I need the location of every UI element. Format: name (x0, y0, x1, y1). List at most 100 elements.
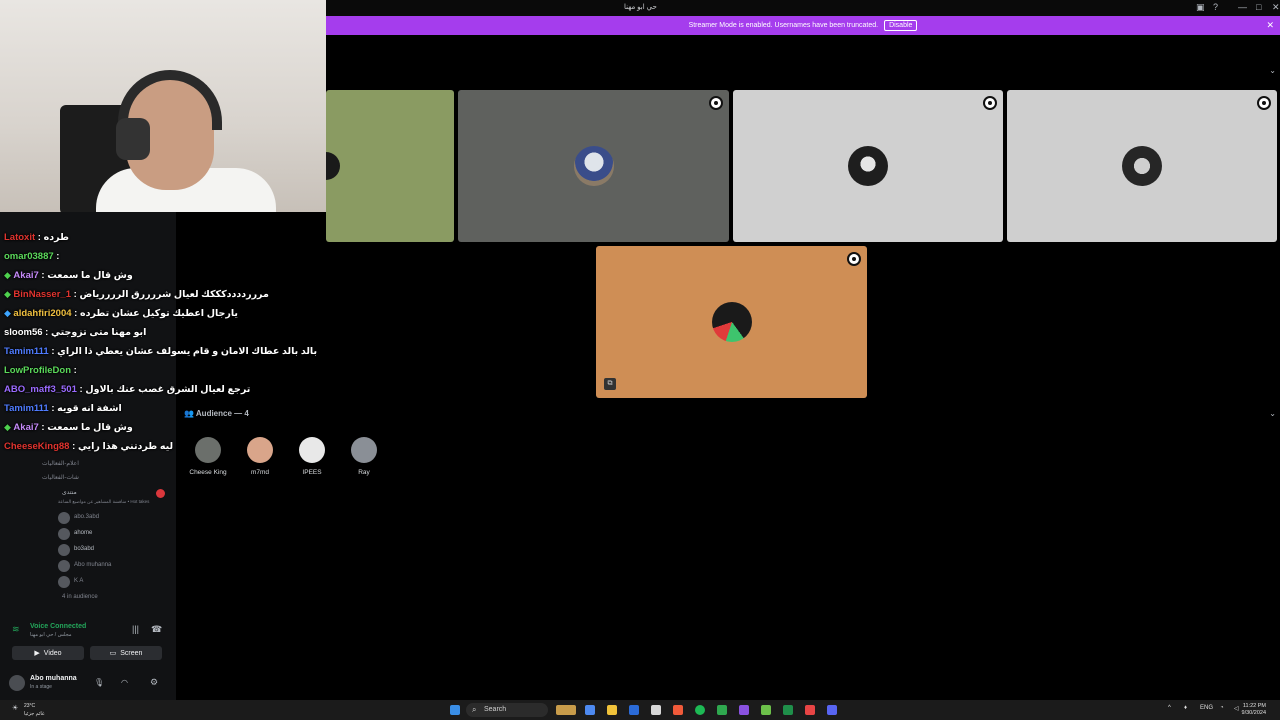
speaker-tile[interactable] (326, 90, 454, 242)
audience-icon: 👥 (184, 409, 194, 418)
user-panel: Abo muhanna In a stage 🎙 ◠ ⚙ (0, 670, 176, 700)
discord-icon[interactable] (827, 705, 837, 715)
chat-separator: : (48, 403, 58, 414)
chat-message: omar03887 : (4, 251, 59, 262)
voice-connected-label: Voice Connected (30, 623, 87, 630)
widget-icon[interactable] (556, 705, 576, 715)
app-icon[interactable] (783, 705, 793, 715)
speaker-tile[interactable]: ⧉ (596, 246, 867, 398)
taskbar-search[interactable]: ⌕ Search (466, 703, 548, 717)
chat-username[interactable]: Akai7 (13, 270, 38, 281)
brave-icon[interactable] (673, 705, 683, 715)
audience-member[interactable]: m7md (238, 437, 282, 476)
start-menu-icon[interactable] (450, 705, 460, 715)
screen-label: Screen (120, 649, 143, 657)
chat-separator: : (71, 365, 77, 376)
chat-text: اشفة انه قويه (57, 403, 122, 414)
calendar-icon[interactable] (651, 705, 661, 715)
avatar (58, 512, 70, 524)
weather-icon[interactable]: ☀ (12, 704, 18, 712)
member-name[interactable]: ahome (74, 530, 92, 536)
help-icon[interactable]: ? (1213, 2, 1218, 12)
headphones-icon[interactable]: ◠ (121, 678, 128, 687)
channel-item[interactable]: اعلام-الفعاليات (42, 460, 79, 467)
chat-username[interactable]: ABO_maff3_501 (4, 384, 77, 395)
maximize-button[interactable]: □ (1256, 2, 1261, 12)
chat-username[interactable]: Tamim111 (4, 346, 49, 357)
search-label: Search (484, 706, 507, 713)
chevron-down-icon[interactable]: ⌄ (1269, 66, 1276, 75)
microphone-icon[interactable]: 🎙 (94, 678, 104, 687)
member-name[interactable]: abo.3abd (74, 514, 99, 520)
avatar (711, 302, 752, 342)
chat-username[interactable]: BinNasser_1 (13, 289, 71, 300)
close-window-button[interactable]: ✕ (1272, 2, 1280, 13)
audience-member[interactable]: Ray (342, 437, 386, 476)
speaker-tile[interactable] (1007, 90, 1277, 242)
screen-icon: ▭ (109, 650, 117, 657)
chat-username[interactable]: Latoxit (4, 232, 35, 243)
xbox-icon[interactable] (717, 705, 727, 715)
audience-member[interactable]: Cheese King (186, 437, 230, 476)
speaker-badge-icon (709, 96, 723, 110)
window-title: حي ابو مهنا (624, 4, 657, 11)
stage-channel-item[interactable]: منتدى (62, 489, 77, 496)
member-name[interactable]: Abo muhanna (74, 562, 111, 568)
chat-username[interactable]: CheeseKing88 (4, 441, 69, 452)
chat-text: وش قال ما سمعت (47, 422, 133, 433)
avatar (351, 437, 377, 463)
tray-app-icon[interactable]: ♦ (1184, 705, 1187, 711)
member-name[interactable]: bo3abd (74, 546, 94, 552)
inbox-icon[interactable]: ▣ (1196, 2, 1205, 13)
close-banner-icon[interactable]: ✕ (1266, 20, 1274, 31)
chat-username[interactable]: Akai7 (13, 422, 38, 433)
chat-message: Tamim111 : بالد بالد عطاك الامان و قام ي… (4, 346, 317, 357)
signal-icon[interactable]: ≋ (12, 624, 20, 635)
video-button[interactable]: ▶ Video (12, 646, 84, 660)
chat-username[interactable]: omar03887 (4, 251, 54, 262)
volume-icon[interactable]: ◁ (1234, 705, 1239, 712)
speaker-tile[interactable] (458, 90, 729, 242)
voice-channel-label[interactable]: مجلس / حي ابو مهنا (30, 632, 72, 638)
speaker-tile[interactable] (733, 90, 1003, 242)
chevron-down-icon[interactable]: ⌄ (1269, 409, 1276, 418)
disable-streamer-mode-button[interactable]: Disable (884, 20, 918, 31)
chat-username[interactable]: Tamim111 (4, 403, 49, 414)
mention-badge (156, 489, 165, 498)
settings-gear-icon[interactable]: ⚙ (150, 677, 158, 688)
chat-username[interactable]: LowProfileDon (4, 365, 71, 376)
avatar (58, 528, 70, 540)
channel-item[interactable]: شات-الفعاليات (42, 474, 79, 481)
avatar (573, 146, 614, 186)
spotify-icon[interactable] (695, 705, 705, 715)
audience-count-label[interactable]: 4 in audience (62, 594, 98, 600)
audience-member[interactable]: IPEES (290, 437, 334, 476)
chat-username[interactable]: sloom56 (4, 327, 43, 338)
app-icon[interactable] (805, 705, 815, 715)
member-name[interactable]: K A (74, 578, 83, 584)
speaker-badge-icon (1257, 96, 1271, 110)
noise-suppression-icon[interactable]: ||| (132, 624, 139, 634)
mail-icon[interactable] (629, 705, 639, 715)
clock[interactable]: 11:22 PM 9/30/2024 (1242, 703, 1266, 717)
language-indicator[interactable]: ENG (1200, 705, 1213, 711)
chat-text: ترجع لعيال الشرق غصب عنك بالاول (85, 384, 251, 395)
disconnect-icon[interactable]: ☎ (151, 624, 162, 635)
audience-member-name: IPEES (302, 469, 322, 476)
screen-share-button[interactable]: ▭ Screen (90, 646, 162, 660)
app-icon[interactable] (761, 705, 771, 715)
clock-date: 9/30/2024 (1241, 710, 1266, 716)
chat-username[interactable]: aldahfiri2004 (13, 308, 71, 319)
avatar (299, 437, 325, 463)
chat-message: ◆ BinNasser_1 : مرررددددكككك لعيال شرررر… (4, 289, 269, 300)
minimize-button[interactable]: — (1238, 2, 1247, 12)
tray-chevron-icon[interactable]: ^ (1168, 705, 1171, 711)
windows-taskbar: ☀ 23°C غائم جزئيا ⌕ Search ^ ♦ ENG ◔ ◁ 1… (0, 700, 1280, 720)
twitch-icon[interactable] (739, 705, 749, 715)
screen-share-icon[interactable]: ⧉ (604, 378, 616, 390)
copilot-icon[interactable] (585, 705, 595, 715)
avatar[interactable] (9, 675, 25, 691)
wifi-icon[interactable]: ◔ (1220, 705, 1224, 711)
chat-separator: : (71, 308, 80, 319)
file-explorer-icon[interactable] (607, 705, 617, 715)
